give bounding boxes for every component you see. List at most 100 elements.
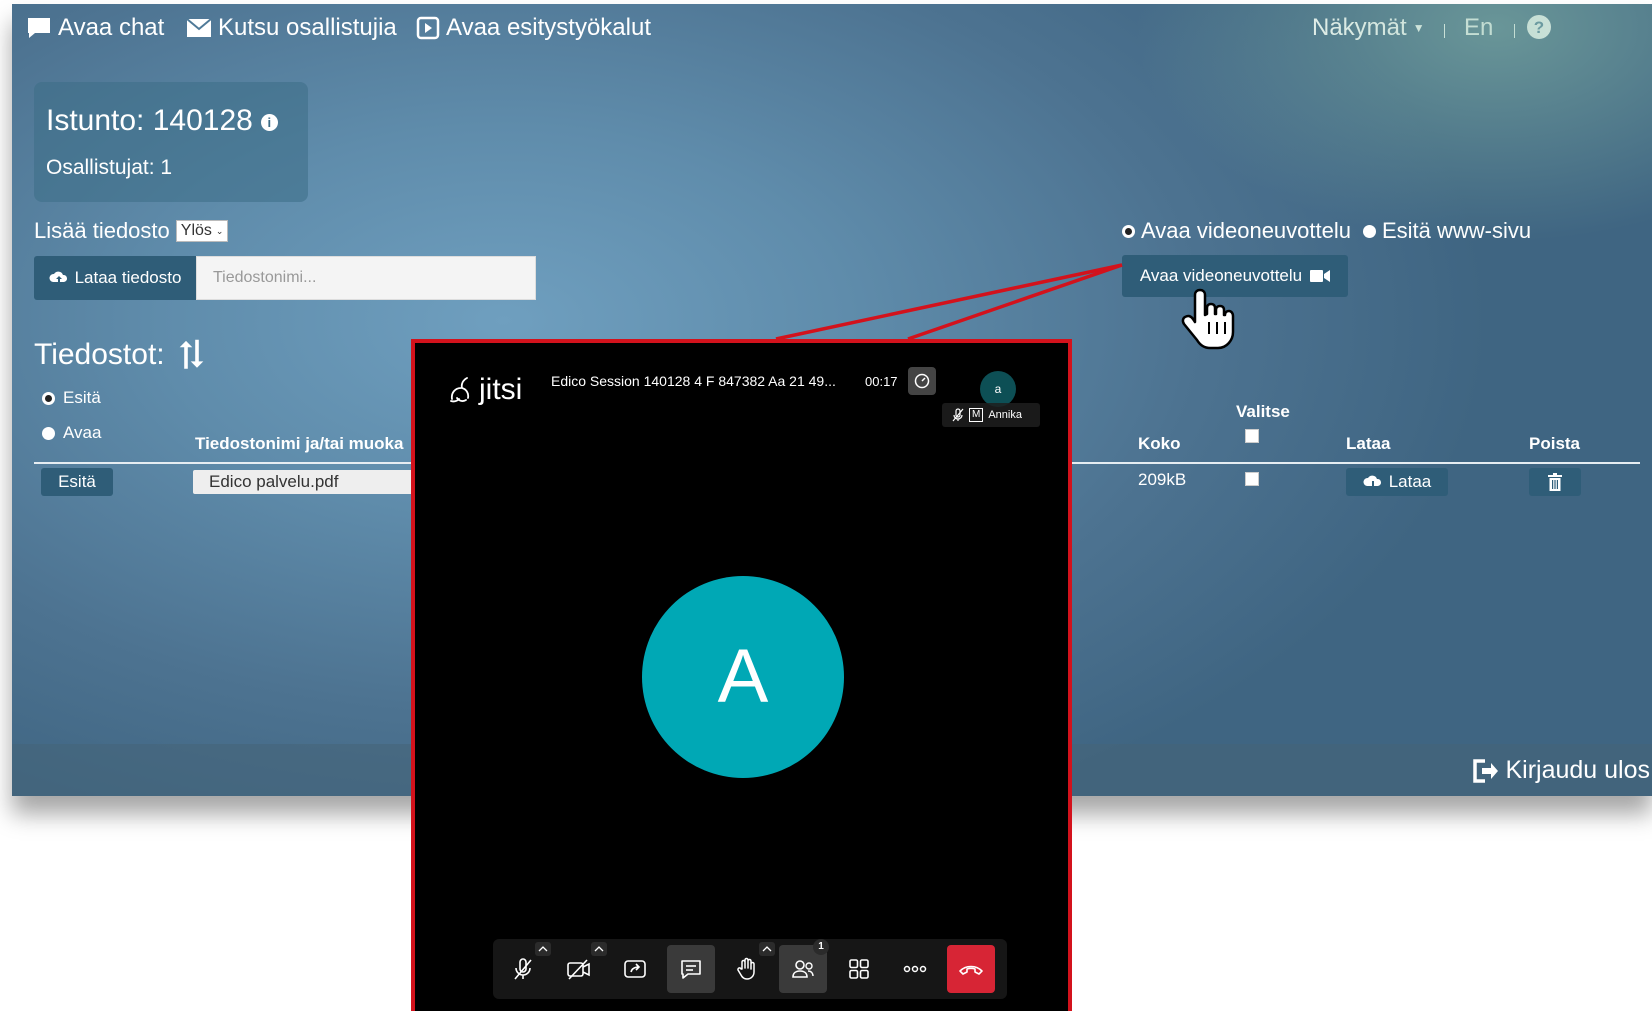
radio-open-label: Avaa [63, 423, 102, 442]
moderator-badge: M [969, 408, 984, 422]
column-header-delete: Poista [1529, 434, 1581, 453]
participant-name: Annika [988, 409, 1022, 421]
chevron-up-icon[interactable] [591, 942, 607, 956]
radio-present-row: Esitä [42, 388, 101, 408]
jitsi-logo-icon [450, 377, 470, 403]
files-heading: Tiedostot: [34, 338, 207, 372]
thumbnail-name-bar: M Annika [942, 403, 1040, 427]
invite-participants-link[interactable]: Kutsu osallistujia [186, 14, 397, 42]
open-chat-link[interactable]: Avaa chat [26, 14, 164, 42]
hang-up-icon [959, 965, 983, 975]
more-dots-icon [903, 965, 927, 973]
radio-present-label: Esitä [63, 388, 101, 407]
filename-field[interactable]: Edico palvelu.pdf [193, 470, 423, 494]
files-title: Tiedostot: [34, 338, 165, 371]
raise-hand-icon [737, 957, 755, 980]
chevron-up-icon[interactable] [535, 942, 551, 956]
sign-out-icon [1473, 758, 1499, 783]
invite-participants-label: Kutsu osallistujia [218, 14, 397, 41]
sort-icon[interactable] [177, 338, 207, 372]
microphone-muted-icon [952, 408, 964, 422]
meeting-toolbar: 1 [493, 939, 1007, 999]
question-circle-icon: ? [1527, 15, 1551, 39]
column-header-download: Lataa [1346, 434, 1391, 453]
microphone-muted-icon [514, 958, 532, 980]
add-file-label: Lisää tiedosto [34, 218, 170, 243]
radio-web-page[interactable] [1362, 224, 1376, 238]
tile-view-button[interactable] [835, 945, 883, 993]
svg-text:?: ? [1534, 18, 1544, 37]
chevron-down-icon: ⌄ [215, 225, 224, 236]
separator [1514, 24, 1515, 38]
chat-icon [28, 18, 50, 38]
radio-web-page-label: Esitä www-sivu [1381, 218, 1532, 243]
row-select-checkbox[interactable] [1245, 472, 1259, 486]
connection-quality-button[interactable] [908, 367, 936, 395]
camera-off-icon [567, 959, 590, 980]
participants-button[interactable]: 1 [779, 939, 829, 993]
screenshot-stage: Avaa chat Kutsu osallistujia Avaa esitys… [0, 0, 1652, 1011]
radio-video-conference-label: Avaa videoneuvottelu [1141, 218, 1351, 243]
video-camera-icon [1310, 270, 1331, 282]
hang-up-button[interactable] [947, 945, 995, 993]
language-switch[interactable]: En [1464, 14, 1493, 42]
tile-view-icon [849, 959, 869, 979]
session-title-text: Istunto: 140128 [46, 104, 253, 137]
participant-count-badge: 1 [813, 939, 829, 955]
radio-video-conference[interactable] [1122, 224, 1135, 238]
chevron-up-icon[interactable] [759, 942, 775, 956]
participant-avatar: A [642, 576, 844, 778]
radio-open[interactable] [42, 426, 55, 440]
chat-button[interactable] [667, 945, 715, 993]
add-file-row: Lisää tiedosto Ylös ⌄ [34, 218, 229, 244]
jitsi-meeting-window: jitsi Edico Session 140128 4 F 847382 Aa… [411, 339, 1072, 1011]
radio-present[interactable] [42, 391, 55, 405]
logout-label: Kirjaudu ulos [1505, 756, 1650, 784]
session-panel: Istunto: 140128 i Osallistujat: 1 [34, 82, 308, 202]
open-chat-label: Avaa chat [58, 14, 165, 41]
chat-bubble-icon [681, 960, 701, 979]
open-video-conference-label: Avaa videoneuvottelu [1139, 266, 1303, 285]
camera-button[interactable] [555, 942, 607, 993]
thumbnail-avatar: a [980, 371, 1016, 407]
upload-file-button[interactable]: Lataa tiedosto [34, 256, 196, 300]
help-button[interactable]: ? [1526, 14, 1552, 40]
participants-icon [792, 960, 814, 978]
select-all-checkbox[interactable] [1245, 429, 1259, 443]
share-screen-icon [624, 960, 646, 978]
jitsi-logo: jitsi [449, 373, 522, 407]
trash-icon [1548, 473, 1562, 491]
participant-count: Osallistujat: 1 [46, 156, 173, 179]
present-file-button[interactable]: Esitä [41, 468, 113, 496]
language-label: En [1464, 14, 1494, 41]
meeting-title: Edico Session 140128 4 F 847382 Aa 21 49… [551, 373, 836, 389]
delete-file-button[interactable] [1529, 468, 1581, 496]
gauge-icon [914, 373, 930, 389]
present-file-label: Esitä [58, 472, 96, 491]
participant-thumbnail[interactable]: a M Annika [942, 371, 1040, 427]
separator [1444, 24, 1445, 38]
hand-cursor-icon [1181, 288, 1235, 350]
raise-hand-button[interactable] [723, 942, 775, 993]
jitsi-logo-text: jitsi [479, 373, 523, 406]
filename-input[interactable]: Tiedostonimi... [196, 256, 536, 300]
download-file-button[interactable]: Lataa [1346, 468, 1448, 496]
info-icon[interactable]: i [260, 113, 278, 131]
logout-link[interactable]: Kirjaudu ulos [1471, 756, 1650, 785]
top-bar: Avaa chat Kutsu osallistujia Avaa esitys… [12, 4, 1652, 56]
views-dropdown[interactable]: Näkymät ▼ [1312, 14, 1425, 42]
microphone-button[interactable] [499, 942, 551, 993]
column-header-filename: Tiedostonimi ja/tai muoka [195, 434, 404, 453]
direction-select[interactable]: Ylös ⌄ [175, 220, 229, 242]
envelope-icon [186, 18, 212, 37]
more-actions-button[interactable] [891, 945, 939, 993]
column-header-size: Koko [1138, 434, 1181, 453]
file-size: 209kB [1138, 470, 1187, 489]
presentation-tools-link[interactable]: Avaa esitystyökalut [416, 14, 651, 42]
cloud-download-icon [1363, 475, 1381, 489]
presentation-tools-label: Avaa esitystyökalut [446, 14, 651, 41]
share-screen-button[interactable] [611, 945, 659, 993]
direction-select-value: Ylös [180, 222, 212, 239]
download-file-label: Lataa [1388, 472, 1432, 491]
column-header-select: Valitse [1236, 402, 1290, 421]
